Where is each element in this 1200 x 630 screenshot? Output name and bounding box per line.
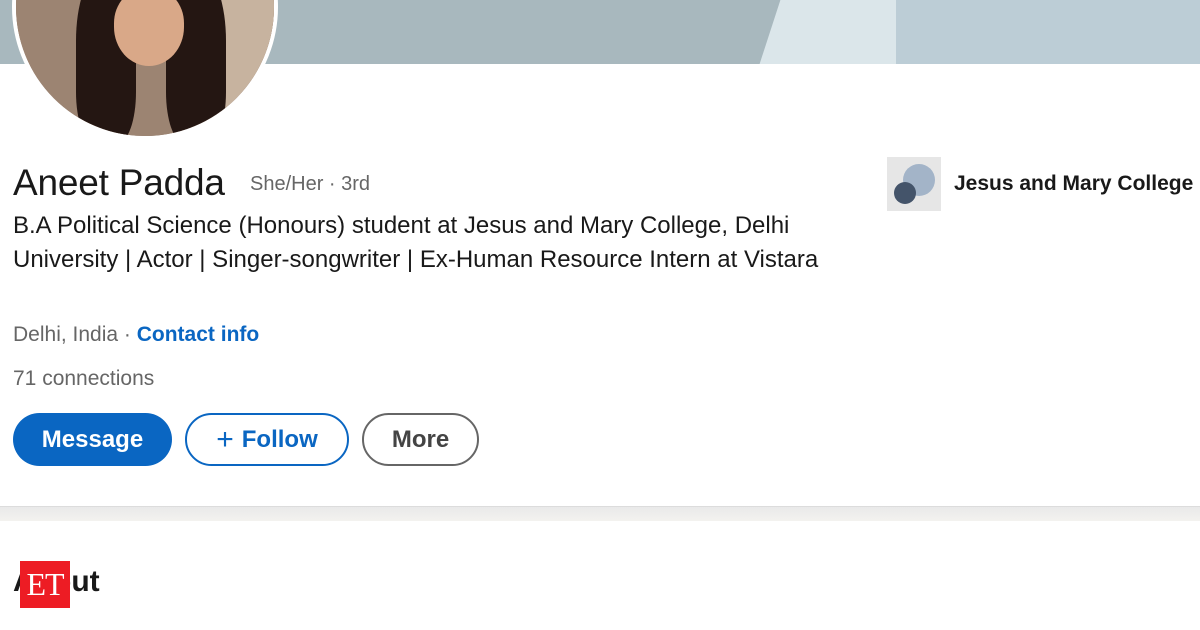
section-divider bbox=[0, 506, 1200, 521]
follow-label: Follow bbox=[241, 425, 318, 453]
education-name: Jesus and Mary College bbox=[954, 172, 1194, 195]
follow-button[interactable]: + Follow bbox=[185, 413, 349, 466]
contact-info-link[interactable]: Contact info bbox=[137, 323, 259, 346]
avatar[interactable] bbox=[12, 0, 278, 140]
connections-count[interactable]: 71 connections bbox=[13, 367, 154, 391]
message-button[interactable]: Message bbox=[13, 413, 172, 466]
pronouns-degree: She/Her · 3rd bbox=[250, 173, 371, 195]
plus-icon: + bbox=[216, 422, 234, 456]
location-separator: · bbox=[118, 323, 137, 346]
more-button[interactable]: More bbox=[362, 413, 479, 466]
location-line: Delhi, India · Contact info bbox=[13, 323, 259, 347]
banner-panel bbox=[896, 0, 1200, 64]
et-watermark-logo: ET bbox=[20, 561, 70, 608]
college-logo-icon bbox=[887, 157, 941, 211]
profile-name: Aneet Padda bbox=[13, 162, 225, 203]
education-link[interactable]: Jesus and Mary College bbox=[887, 157, 1200, 211]
location-text: Delhi, India bbox=[13, 323, 119, 346]
profile-headline: B.A Political Science (Honours) student … bbox=[13, 212, 819, 273]
